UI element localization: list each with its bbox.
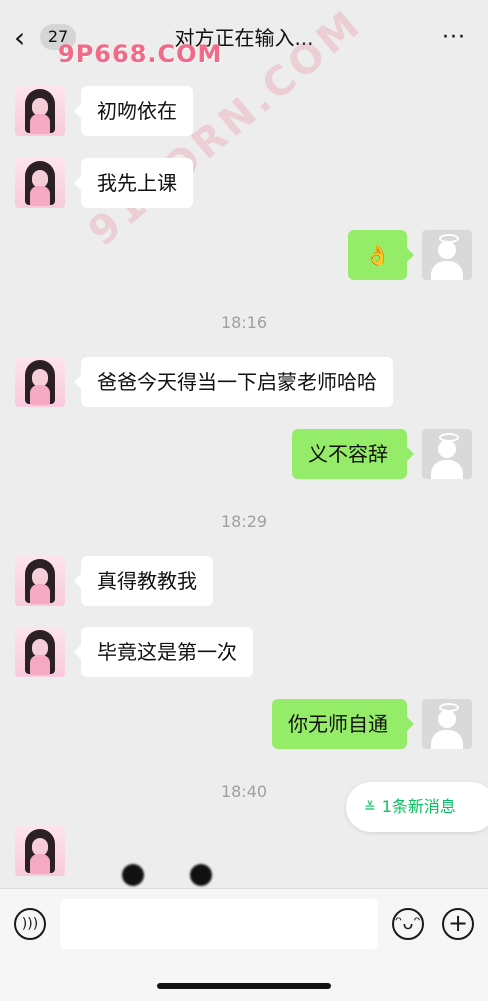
- home-indicator: [157, 983, 331, 989]
- redaction-mark: [190, 864, 212, 886]
- contact-avatar[interactable]: [15, 158, 65, 208]
- message-composer: ))) ᵔᴗᵔ +: [0, 888, 488, 1001]
- contact-avatar[interactable]: [15, 556, 65, 606]
- voice-icon[interactable]: ))): [14, 908, 46, 940]
- my-avatar[interactable]: [422, 699, 472, 749]
- new-message-label: 1条新消息: [381, 797, 456, 816]
- my-avatar[interactable]: [422, 230, 472, 280]
- message-bubble-incoming[interactable]: 毕竟这是第一次: [74, 627, 253, 677]
- contact-avatar[interactable]: [15, 826, 65, 876]
- message-bubble-incoming[interactable]: 我先上课: [74, 158, 193, 208]
- double-chevron-down-icon: ≚: [364, 800, 376, 816]
- plus-icon[interactable]: +: [442, 908, 474, 940]
- message-input[interactable]: [60, 899, 378, 949]
- message-bubble-outgoing[interactable]: 义不容辞: [292, 429, 414, 479]
- timestamp: 18:29: [220, 512, 268, 531]
- timestamp: 18:16: [220, 313, 268, 332]
- message-bubble-outgoing[interactable]: 👌: [348, 230, 414, 280]
- contact-avatar[interactable]: [15, 86, 65, 136]
- more-options-icon[interactable]: ···: [442, 27, 466, 49]
- contact-avatar[interactable]: [15, 627, 65, 677]
- new-message-pill[interactable]: ≚ 1条新消息: [346, 782, 488, 832]
- contact-avatar[interactable]: [15, 357, 65, 407]
- redaction-mark: [122, 864, 144, 886]
- message-bubble-incoming[interactable]: 爸爸今天得当一下启蒙老师哈哈: [74, 357, 393, 407]
- message-bubble-incoming[interactable]: 初吻依在: [74, 86, 193, 136]
- message-bubble-incoming[interactable]: 真得教教我: [74, 556, 213, 606]
- message-bubble-outgoing[interactable]: 你无师自通: [272, 699, 414, 749]
- emoji-icon[interactable]: ᵔᴗᵔ: [392, 908, 424, 940]
- watermark-top: 9P668.COM: [58, 40, 223, 68]
- my-avatar[interactable]: [422, 429, 472, 479]
